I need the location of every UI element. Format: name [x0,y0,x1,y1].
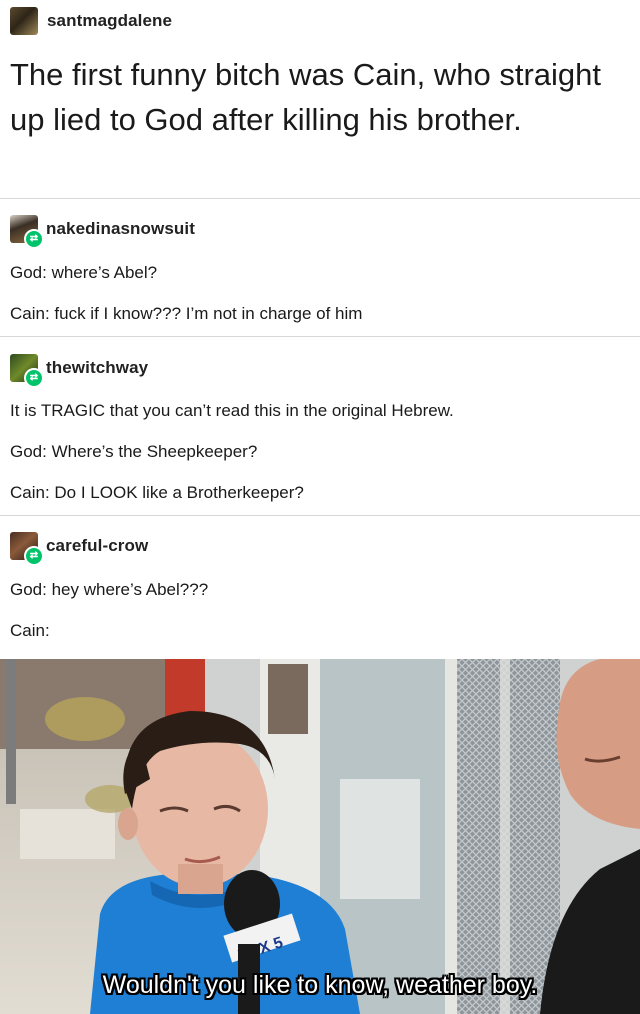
divider [0,198,640,199]
avatar[interactable] [10,7,38,35]
avatar[interactable]: ⇄ [10,532,44,566]
username[interactable]: careful-crow [46,536,148,556]
reblog-line: It is TRAGIC that you can’t read this in… [10,401,454,420]
reblog-line: God: hey where’s Abel??? [10,580,209,599]
reblog-line: God: Where’s the Sheepkeeper? [10,442,258,461]
reblog-line: God: where’s Abel? [10,263,158,282]
reblog-icon: ⇄ [24,546,44,566]
meme-caption: Wouldn't you like to know, weather boy. [102,971,538,999]
username[interactable]: nakedinasnowsuit [46,219,195,239]
avatar[interactable]: ⇄ [10,215,44,249]
reblog-icon: ⇄ [24,229,44,249]
reblog-header: ⇄ careful-crow [10,531,148,566]
reblog-header: ⇄ thewitchway [10,353,148,388]
meme-image: FOX 5 Wouldn't you like to know, weather… [0,659,640,1014]
reblog-icon: ⇄ [24,368,44,388]
reblog-header: ⇄ nakedinasnowsuit [10,214,195,249]
post-text: The first funny bitch was Cain, who stra… [10,57,601,137]
post-header: santmagdalene [10,6,172,36]
meme-picture: FOX 5 [0,659,640,1014]
reblog-line: Cain: Do I LOOK like a Brotherkeeper? [10,483,304,502]
reblog-line: Cain: [10,621,50,640]
divider [0,336,640,337]
divider [0,515,640,516]
reblog-line: Cain: fuck if I know??? I’m not in charg… [10,304,363,323]
avatar[interactable]: ⇄ [10,354,44,388]
username[interactable]: thewitchway [46,358,148,378]
username[interactable]: santmagdalene [47,11,172,31]
